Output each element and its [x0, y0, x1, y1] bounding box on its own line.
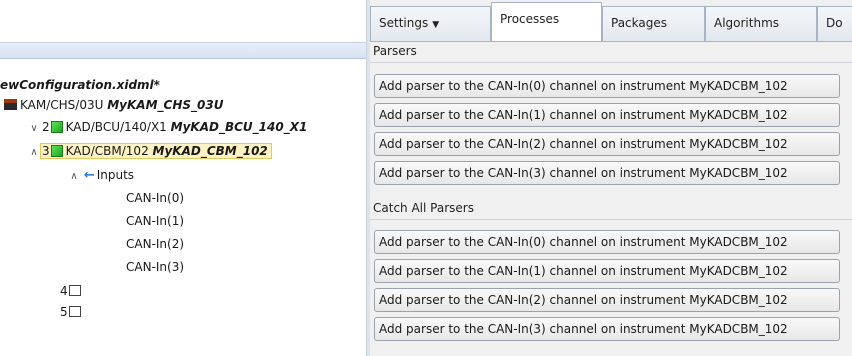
file-title-text: ewConfiguration.xidml* — [0, 78, 160, 92]
tab-label: Packages — [611, 16, 667, 30]
tab-overflow[interactable]: Do — [817, 6, 852, 41]
tree-node-inputs[interactable]: ∧ ← Inputs — [68, 166, 134, 184]
add-catch-all-parser-button[interactable]: Add parser to the CAN-In(3) channel on i… — [374, 317, 840, 341]
add-catch-all-parser-button[interactable]: Add parser to the CAN-In(1) channel on i… — [374, 259, 840, 283]
add-catch-all-parser-button[interactable]: Add parser to the CAN-In(2) channel on i… — [374, 288, 840, 312]
tree-node-module-2[interactable]: ∨ 2 KAD/BCU/140/X1 MyKAD_BCU_140_X1 — [28, 118, 307, 136]
empty-slot-icon — [68, 285, 81, 296]
green-module-icon — [50, 121, 63, 133]
tab-label: Algorithms — [714, 16, 780, 30]
tree-header-strip — [0, 42, 366, 59]
chassis-part: KAM/CHS/03U — [20, 98, 104, 112]
tab-algorithms[interactable]: Algorithms — [705, 6, 817, 41]
section-divider — [370, 62, 852, 63]
channel-label: CAN-In(3) — [126, 260, 185, 274]
tab-label: Settings — [379, 16, 429, 30]
section-label-catch-all: Catch All Parsers — [373, 201, 474, 215]
chassis-icon — [4, 99, 17, 110]
tree-node-empty-slot-4[interactable]: 4 — [60, 282, 81, 300]
slot-number: 4 — [60, 284, 68, 298]
section-label-parsers: Parsers — [373, 44, 417, 58]
slot-number: 5 — [60, 305, 68, 319]
slot-number: 3 — [42, 144, 50, 158]
module-part: KAD/BCU/140/X1 — [65, 120, 167, 134]
empty-slot-icon — [68, 306, 81, 317]
selected-module-highlight[interactable]: 3 KAD/CBM/102 MyKAD_CBM_102 — [40, 143, 272, 159]
tree-node-empty-slot-5[interactable]: 5 — [60, 303, 81, 321]
tree-node-channel[interactable]: CAN-In(3) — [126, 258, 184, 276]
tab-label: Processes — [500, 12, 560, 26]
inputs-label: Inputs — [96, 168, 135, 182]
section-divider — [370, 219, 852, 220]
module-name: MyKAD_BCU_140_X1 — [170, 120, 308, 134]
chassis-name: MyKAM_CHS_03U — [107, 98, 224, 112]
channel-label: CAN-In(2) — [126, 237, 185, 251]
tab-strip: Settings ▼ Processes Packages Algorithms … — [370, 0, 852, 42]
add-parser-button[interactable]: Add parser to the CAN-In(3) channel on i… — [374, 161, 840, 185]
chevron-down-icon[interactable]: ∨ — [28, 120, 40, 138]
tab-label: Do — [826, 16, 843, 30]
configuration-tree-pane: ewConfiguration.xidml* KAM/CHS/03U MyKAM… — [0, 0, 366, 356]
green-module-icon — [50, 145, 63, 157]
tree-node-channel[interactable]: CAN-In(1) — [126, 212, 184, 230]
properties-pane: Settings ▼ Processes Packages Algorithms … — [370, 0, 852, 356]
chevron-up-icon[interactable]: ∧ — [68, 168, 80, 186]
slot-number: 2 — [42, 120, 50, 134]
left-arrow-icon: ← — [83, 168, 95, 183]
tree-node-channel[interactable]: CAN-In(2) — [126, 235, 184, 253]
tab-processes[interactable]: Processes — [491, 2, 602, 42]
tree-node-chassis[interactable]: KAM/CHS/03U MyKAM_CHS_03U — [4, 96, 223, 114]
add-catch-all-parser-button[interactable]: Add parser to the CAN-In(0) channel on i… — [374, 230, 840, 254]
tab-packages[interactable]: Packages — [602, 6, 705, 41]
channel-label: CAN-In(1) — [126, 214, 185, 228]
processes-content: Parsers Add parser to the CAN-In(0) chan… — [370, 41, 852, 356]
module-name: MyKAD_CBM_102 — [152, 144, 268, 158]
chevron-up-icon[interactable]: ∧ — [28, 144, 40, 162]
tree-node-channel[interactable]: CAN-In(0) — [126, 189, 184, 207]
tree-node-module-3[interactable]: ∧ 3 KAD/CBM/102 MyKAD_CBM_102 — [28, 142, 272, 160]
module-part: KAD/CBM/102 — [65, 144, 149, 158]
dropdown-arrow-icon: ▼ — [432, 20, 440, 30]
add-parser-button[interactable]: Add parser to the CAN-In(0) channel on i… — [374, 74, 840, 98]
add-parser-button[interactable]: Add parser to the CAN-In(2) channel on i… — [374, 132, 840, 156]
file-title: ewConfiguration.xidml* — [0, 76, 160, 94]
tab-settings[interactable]: Settings ▼ — [370, 6, 491, 41]
add-parser-button[interactable]: Add parser to the CAN-In(1) channel on i… — [374, 103, 840, 127]
channel-label: CAN-In(0) — [126, 191, 185, 205]
